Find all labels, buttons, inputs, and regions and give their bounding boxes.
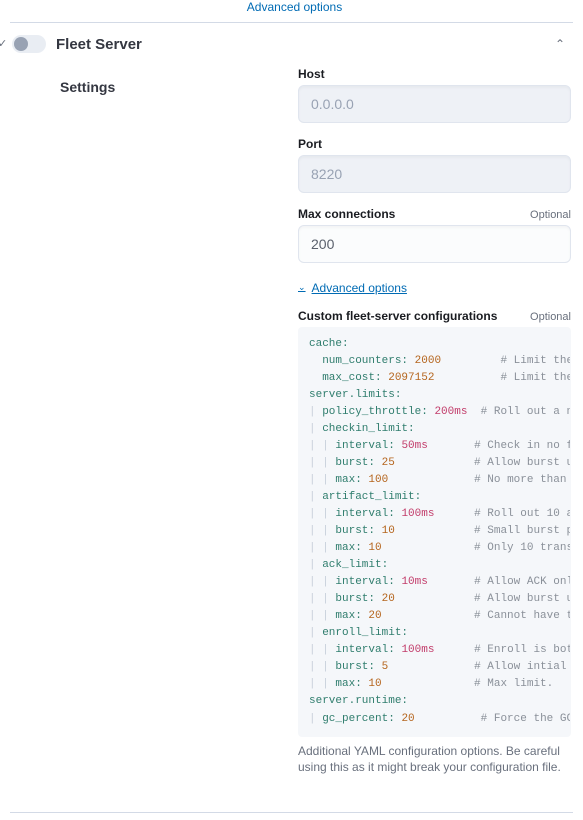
max-connections-label: Max connections [298, 207, 530, 221]
fleet-server-title: Fleet Server [56, 36, 555, 53]
fleet-server-body: Settings Host Port Max connections Optio… [10, 61, 573, 800]
max-connections-row: Max connections Optional [298, 207, 571, 263]
custom-config-help: Additional YAML configuration options. B… [298, 743, 571, 777]
port-row: Port [298, 137, 571, 193]
max-connections-optional: Optional [530, 209, 571, 221]
yaml-editor[interactable]: cache: num_counters: 2000 # Limit the si… [298, 327, 571, 737]
divider-bottom [10, 812, 573, 813]
port-label: Port [298, 137, 571, 151]
host-input[interactable] [298, 85, 571, 123]
prev-advanced-options-link[interactable]: Advanced options [10, 0, 573, 14]
host-row: Host [298, 67, 571, 123]
check-icon: ✓ [0, 37, 7, 50]
advanced-options-toggle[interactable]: ⌄ Advanced options [298, 281, 407, 295]
host-label: Host [298, 67, 571, 81]
fleet-server-toggle[interactable]: ✓ [12, 35, 46, 53]
custom-config-row: Custom fleet-server configurations Optio… [298, 309, 571, 777]
chevron-down-icon: ⌄ [298, 282, 306, 293]
toggle-knob [14, 37, 28, 51]
port-input[interactable] [298, 155, 571, 193]
collapse-caret-icon[interactable]: ⌃ [555, 37, 571, 51]
fleet-server-header: ✓ Fleet Server ⌃ [10, 23, 573, 61]
advanced-options-label: Advanced options [312, 281, 407, 295]
custom-config-optional: Optional [530, 311, 571, 323]
settings-form: Host Port Max connections Optional ⌄ [298, 67, 571, 790]
page-root: Advanced options ✓ Fleet Server ⌃ Settin… [0, 0, 583, 813]
settings-label: Settings [60, 79, 274, 95]
custom-config-label: Custom fleet-server configurations [298, 309, 530, 323]
max-connections-input[interactable] [298, 225, 571, 263]
prev-advanced-options-label: Advanced options [247, 0, 342, 14]
settings-sidebar: Settings [12, 67, 274, 790]
